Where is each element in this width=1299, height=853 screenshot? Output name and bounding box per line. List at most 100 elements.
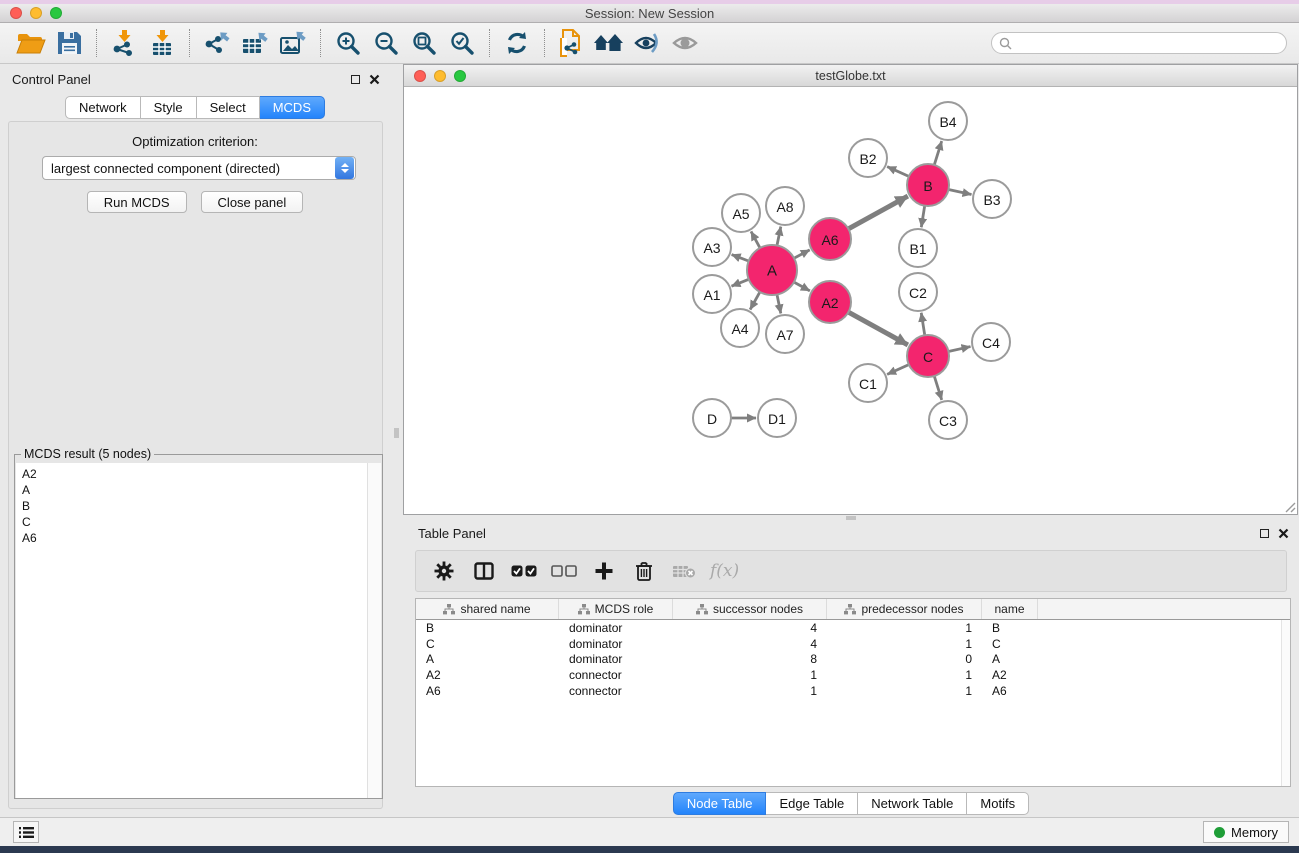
deselect-all-button[interactable]	[546, 556, 582, 586]
tab-motifs[interactable]: Motifs	[967, 792, 1029, 815]
cell-predecessor-nodes: 0	[827, 652, 982, 666]
node-A1[interactable]: A1	[693, 275, 731, 313]
edge-B-B2[interactable]	[887, 167, 911, 178]
optimization-criterion-select[interactable]: largest connected component (directed)	[42, 156, 356, 180]
column-header-MCDS-role[interactable]: MCDS role	[559, 599, 673, 619]
mcds-result-scrollbar[interactable]	[367, 463, 381, 798]
table-row[interactable]: A6connector11A6	[416, 683, 1290, 699]
create-column-button[interactable]	[586, 556, 622, 586]
close-panel-icon[interactable]	[369, 74, 380, 85]
table-scrollbar[interactable]	[1281, 620, 1290, 786]
node-A3[interactable]: A3	[693, 228, 731, 266]
node-C2[interactable]: C2	[899, 273, 937, 311]
search-input[interactable]	[1017, 36, 1286, 50]
edge-A2-C[interactable]	[846, 311, 908, 345]
mcds-result-item[interactable]: C	[22, 514, 362, 530]
delete-column-button[interactable]	[626, 556, 662, 586]
close-panel-icon[interactable]	[1278, 528, 1289, 539]
refresh-layout-button[interactable]	[498, 27, 536, 59]
session-title: Session: New Session	[0, 6, 1299, 21]
tab-edge-table[interactable]: Edge Table	[766, 792, 858, 815]
show-panels-button[interactable]	[13, 821, 39, 843]
show-column-button[interactable]	[466, 556, 502, 586]
cell-shared-name: A6	[416, 684, 559, 698]
tab-node-table[interactable]: Node Table	[673, 792, 767, 815]
network-file-button[interactable]	[553, 27, 591, 59]
export-image-button[interactable]	[274, 27, 312, 59]
node-A5[interactable]: A5	[722, 194, 760, 232]
table-row[interactable]: Cdominator41C	[416, 636, 1290, 652]
node-A4[interactable]: A4	[721, 309, 759, 347]
table-row[interactable]: A2connector11A2	[416, 667, 1290, 683]
node-B3[interactable]: B3	[973, 180, 1011, 218]
edge-B-B4[interactable]	[933, 141, 941, 168]
node-A[interactable]: A	[747, 245, 797, 295]
column-header-successor-nodes[interactable]: successor nodes	[673, 599, 827, 619]
memory-label: Memory	[1231, 825, 1278, 840]
select-all-button[interactable]	[506, 556, 542, 586]
network-graph-canvas[interactable]: A A6 A2 B C A1 A3 A4 A5 A7 A8 B1 B2 B3 B4 C1 C2 C3 C4 D D1	[404, 87, 1297, 514]
search-box[interactable]	[991, 32, 1287, 54]
hide-graphics-details-button[interactable]	[629, 27, 667, 59]
memory-button[interactable]: Memory	[1203, 821, 1289, 843]
node-B1[interactable]: B1	[899, 229, 937, 267]
node-B4[interactable]: B4	[929, 102, 967, 140]
mcds-result-list[interactable]: A2ABCA6	[16, 463, 368, 798]
zoom-in-button[interactable]	[329, 27, 367, 59]
import-table-button[interactable]	[143, 27, 181, 59]
column-header-name[interactable]: name	[982, 599, 1038, 619]
save-session-button[interactable]	[50, 27, 88, 59]
table-options-button[interactable]	[426, 556, 462, 586]
table-row[interactable]: Bdominator41B	[416, 620, 1290, 636]
open-session-button[interactable]	[12, 27, 50, 59]
tab-network[interactable]: Network	[65, 96, 141, 119]
mcds-result-item[interactable]: A6	[22, 530, 362, 546]
zoom-selected-button[interactable]	[443, 27, 481, 59]
delete-table-button[interactable]	[666, 556, 702, 586]
node-A8[interactable]: A8	[766, 187, 804, 225]
node-C[interactable]: C	[907, 335, 949, 377]
zoom-fit-button[interactable]	[405, 27, 443, 59]
edge-C-C3[interactable]	[933, 373, 941, 400]
node-C1[interactable]: C1	[849, 364, 887, 402]
table-row[interactable]: Adominator80A	[416, 651, 1290, 667]
node-A7[interactable]: A7	[766, 315, 804, 353]
tab-network-table[interactable]: Network Table	[858, 792, 967, 815]
attribute-icon	[443, 604, 455, 615]
column-header-predecessor-nodes[interactable]: predecessor nodes	[827, 599, 982, 619]
float-panel-icon[interactable]	[351, 75, 360, 84]
home-button[interactable]	[591, 27, 629, 59]
node-C4[interactable]: C4	[972, 323, 1010, 361]
node-B[interactable]: B	[907, 164, 949, 206]
eye-slash-icon	[633, 31, 663, 55]
window-resize-grip[interactable]	[1282, 499, 1296, 513]
import-network-button[interactable]	[105, 27, 143, 59]
mcds-result-item[interactable]: A2	[22, 466, 362, 482]
toolbar-separator	[96, 29, 97, 57]
tab-style[interactable]: Style	[141, 96, 197, 119]
tab-select[interactable]: Select	[197, 96, 260, 119]
float-panel-icon[interactable]	[1260, 529, 1269, 538]
function-builder-button[interactable]: f(x)	[710, 561, 739, 581]
node-C3[interactable]: C3	[929, 401, 967, 439]
edge-C-C1[interactable]	[887, 363, 911, 374]
node-D[interactable]: D	[693, 399, 731, 437]
zoom-out-button[interactable]	[367, 27, 405, 59]
node-A2[interactable]: A2	[809, 281, 851, 323]
export-network-button[interactable]	[198, 27, 236, 59]
run-mcds-button[interactable]: Run MCDS	[87, 191, 187, 213]
node-A6[interactable]: A6	[809, 218, 851, 260]
mcds-result-item[interactable]: B	[22, 498, 362, 514]
close-panel-button[interactable]: Close panel	[201, 191, 304, 213]
home-icon	[593, 31, 627, 55]
vertical-splitter-handle[interactable]	[394, 428, 399, 438]
column-header-shared-name[interactable]: shared name	[416, 599, 559, 619]
show-graphics-details-button[interactable]	[667, 27, 705, 59]
export-table-button[interactable]	[236, 27, 274, 59]
node-D1[interactable]: D1	[758, 399, 796, 437]
network-window-titlebar[interactable]: testGlobe.txt	[404, 65, 1297, 87]
tab-mcds[interactable]: MCDS	[260, 96, 325, 119]
mcds-result-item[interactable]: A	[22, 482, 362, 498]
edge-A6-B[interactable]	[846, 196, 908, 230]
node-B2[interactable]: B2	[849, 139, 887, 177]
